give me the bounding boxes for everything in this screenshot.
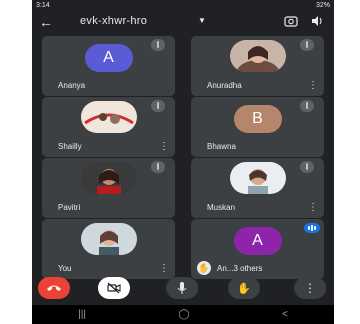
status-battery: 32% xyxy=(315,1,330,9)
participant-name: Pavitri xyxy=(58,203,81,212)
hand-icon: ✋ xyxy=(197,261,211,275)
chevron-down-icon[interactable]: ▼ xyxy=(198,16,206,25)
status-bar: 3:14 32% xyxy=(32,0,334,10)
back-arrow-icon[interactable]: ← xyxy=(38,14,54,30)
call-end-icon xyxy=(47,285,61,291)
more-vert-icon[interactable]: ⋮ xyxy=(308,81,318,91)
participant-tile-others[interactable]: A ✋ An...3 others xyxy=(191,219,324,279)
avatar: A xyxy=(84,44,133,72)
camera-toggle-button[interactable] xyxy=(98,277,130,299)
participant-name: Muskan xyxy=(207,203,236,212)
camera-off-icon xyxy=(107,282,121,294)
participant-photo xyxy=(229,40,286,72)
more-options-button[interactable]: ⋮ xyxy=(294,277,326,299)
more-vert-icon[interactable]: ⋮ xyxy=(159,142,169,152)
mic-off-icon xyxy=(151,161,165,173)
avatar: A xyxy=(233,227,282,255)
participant-name: Shailly xyxy=(58,142,82,151)
meeting-code[interactable]: evk-xhwr-hro xyxy=(80,15,147,27)
system-nav-bar: ||| ◯ < xyxy=(32,305,334,324)
call-controls: ✋ ⋮ xyxy=(32,274,334,304)
more-vert-icon[interactable]: ⋮ xyxy=(159,264,169,274)
participant-photo xyxy=(80,101,137,133)
participant-tile-bhawna[interactable]: B Bhawna xyxy=(191,97,324,157)
mic-off-icon xyxy=(151,39,165,51)
participant-name: An...3 others xyxy=(217,264,263,273)
mic-off-icon xyxy=(151,100,165,112)
raise-hand-button[interactable]: ✋ xyxy=(228,277,260,299)
speaker-icon[interactable] xyxy=(310,14,324,28)
back-nav-icon[interactable]: < xyxy=(282,309,288,320)
meet-call-screen: 3:14 32% ← evk-xhwr-hro ▼ A Ananya Anura… xyxy=(32,0,334,324)
participant-tile-ananya[interactable]: A Ananya xyxy=(42,36,175,96)
participant-name: You xyxy=(58,264,72,273)
recent-apps-icon[interactable]: ||| xyxy=(78,309,86,320)
participant-tile-muskan[interactable]: Muskan ⋮ xyxy=(191,158,324,218)
participant-tile-pavitri[interactable]: Pavitri xyxy=(42,158,175,218)
participant-tile-you[interactable]: You ⋮ xyxy=(42,219,175,279)
participant-tile-shailly[interactable]: Shailly ⋮ xyxy=(42,97,175,157)
mic-off-icon xyxy=(300,39,314,51)
end-call-button[interactable] xyxy=(38,277,70,299)
mic-off-icon xyxy=(300,100,314,112)
participant-name: Bhawna xyxy=(207,142,236,151)
hand-icon: ✋ xyxy=(237,282,251,295)
switch-camera-icon[interactable] xyxy=(284,14,298,28)
avatar: B xyxy=(233,105,282,133)
participant-tile-anuradha[interactable]: Anuradha ⋮ xyxy=(191,36,324,96)
participant-photo xyxy=(80,162,137,194)
speaking-indicator-icon xyxy=(304,223,320,233)
mic-toggle-button[interactable] xyxy=(166,277,198,299)
participant-photo xyxy=(229,162,286,194)
home-icon[interactable]: ◯ xyxy=(178,309,189,320)
participant-name: Ananya xyxy=(58,81,86,90)
participant-photo xyxy=(80,223,137,255)
more-vert-icon: ⋮ xyxy=(304,281,316,295)
meeting-app-bar: ← evk-xhwr-hro ▼ xyxy=(32,10,334,32)
status-time: 3:14 xyxy=(36,1,50,9)
more-vert-icon[interactable]: ⋮ xyxy=(308,203,318,213)
mic-off-icon xyxy=(300,161,314,173)
participant-name: Anuradha xyxy=(207,81,242,90)
mic-icon xyxy=(177,282,187,294)
